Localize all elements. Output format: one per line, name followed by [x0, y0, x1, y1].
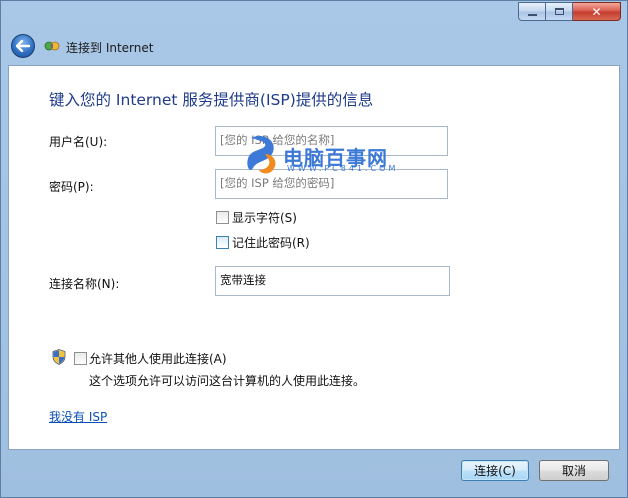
remember-password-label: 记住此密码(R): [232, 236, 310, 250]
minimize-icon: [527, 14, 537, 16]
cancel-button[interactable]: 取消: [539, 460, 609, 481]
content-pane: 键入您的 Internet 服务提供商(ISP)提供的信息 用户名(U): [您…: [8, 65, 620, 450]
show-chars-label: 显示字符(S): [232, 211, 297, 225]
watermark-logo: 电脑百事网 WWW.PC841.COM: [243, 134, 423, 176]
back-button[interactable]: [11, 34, 35, 58]
allow-others-label: 允许其他人使用此连接(A): [89, 352, 227, 366]
connection-name-input[interactable]: 宽带连接: [215, 266, 450, 296]
maximize-button[interactable]: [546, 2, 573, 21]
watermark-logo-icon: [247, 135, 276, 174]
network-connection-icon: [44, 41, 60, 51]
allow-others-checkbox[interactable]: [74, 352, 87, 365]
uac-shield-icon: [52, 349, 66, 365]
connect-button[interactable]: 连接(C): [461, 460, 529, 481]
minimize-button[interactable]: [518, 2, 546, 21]
connection-name-label: 连接名称(N):: [49, 277, 120, 291]
watermark-url: WWW.PC841.COM: [287, 164, 399, 173]
allow-others-description: 这个选项允许可以访问这台计算机的人使用此连接。: [89, 374, 366, 388]
maximize-icon: [554, 8, 564, 15]
dialog-window: ✕ 连接到 Internet 键入您的 Internet 服务提供商(ISP)提…: [0, 0, 628, 498]
close-icon: ✕: [591, 4, 602, 19]
username-label: 用户名(U):: [49, 135, 108, 149]
window-title: 连接到 Internet: [66, 41, 154, 55]
close-button[interactable]: ✕: [573, 2, 621, 21]
show-chars-checkbox[interactable]: [216, 211, 229, 224]
page-heading: 键入您的 Internet 服务提供商(ISP)提供的信息: [49, 91, 374, 109]
back-arrow-icon: [16, 40, 30, 52]
password-label: 密码(P):: [49, 180, 94, 194]
caption-buttons: ✕: [518, 2, 621, 21]
no-isp-link[interactable]: 我没有 ISP: [49, 408, 107, 425]
remember-password-checkbox[interactable]: [216, 236, 229, 249]
